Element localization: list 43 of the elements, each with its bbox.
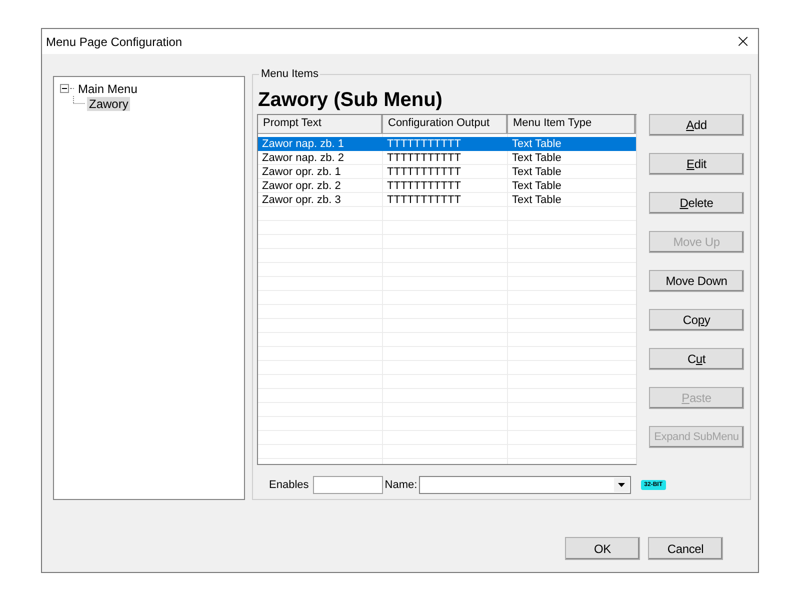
table-row[interactable]: Zawor nap. zb. 1 TTTTTTTTTTT Text Table [258, 137, 636, 151]
table-row[interactable]: Zawor opr. zb. 2 TTTTTTTTTTT Text Table [258, 179, 636, 193]
table-cell-text: Text Table [511, 166, 562, 178]
table-row[interactable]: Zawor opr. zb. 1 TTTTTTTTTTT Text Table [258, 165, 636, 179]
side-button[interactable]: Move Down [649, 270, 744, 292]
table-cell-text: Text Table [511, 138, 562, 150]
cancel-button[interactable]: Cancel [648, 537, 723, 560]
column-header[interactable]: Configuration Output [383, 115, 508, 133]
side-button[interactable]: Copy [649, 309, 744, 331]
table-cell-text: Zawor opr. zb. 3 [261, 194, 342, 206]
side-button[interactable]: Edit [649, 153, 744, 175]
enables-field[interactable] [312, 476, 383, 494]
ok-button[interactable]: OK [565, 537, 640, 560]
window-title: Menu Page Configuration [46, 34, 182, 48]
table-cell-text: Text Table [511, 194, 562, 206]
close-button[interactable]: × [728, 29, 758, 54]
table-cell-text: TTTTTTTTTTT [386, 180, 462, 192]
submenu-heading: Zawory (Sub Menu) [258, 89, 444, 112]
collapse-icon[interactable] [60, 84, 69, 93]
tree-item[interactable]: Zawory [87, 96, 130, 110]
side-button[interactable]: Delete [649, 192, 744, 214]
table-row[interactable]: Zawor nap. zb. 2 TTTTTTTTTTT Text Table [258, 151, 636, 165]
side-button[interactable]: Cut [649, 348, 744, 370]
column-header[interactable]: Menu Item Type [508, 115, 636, 133]
table-cell-text: Zawor nap. zb. 1 [261, 138, 345, 150]
name-label: Name: [384, 479, 418, 491]
table-cell-text: TTTTTTTTTTT [386, 152, 462, 164]
table-cell-text: Text Table [511, 180, 562, 192]
enables-label: Enables [269, 479, 309, 491]
table-cell-text: Text Table [511, 152, 562, 164]
dropdown-arrow-icon [618, 483, 626, 487]
tree-item[interactable]: Main Menu [76, 82, 140, 96]
table-cell-text: Zawor opr. zb. 2 [261, 180, 342, 192]
column-header[interactable]: Prompt Text [258, 115, 383, 133]
table-row[interactable]: Zawor opr. zb. 3 TTTTTTTTTTT Text Table [258, 193, 636, 207]
group-legend: Menu Items [259, 68, 320, 80]
table-cell-text: TTTTTTTTTTT [386, 138, 462, 150]
name-dropdown[interactable] [419, 476, 632, 494]
table-cell-text: TTTTTTTTTTT [386, 166, 462, 178]
side-button[interactable]: Add [649, 114, 744, 136]
table-cell-text: Zawor nap. zb. 2 [261, 152, 345, 164]
table-cell-text: Zawor opr. zb. 1 [261, 166, 342, 178]
table-cell-text: TTTTTTTTTTT [386, 194, 462, 206]
